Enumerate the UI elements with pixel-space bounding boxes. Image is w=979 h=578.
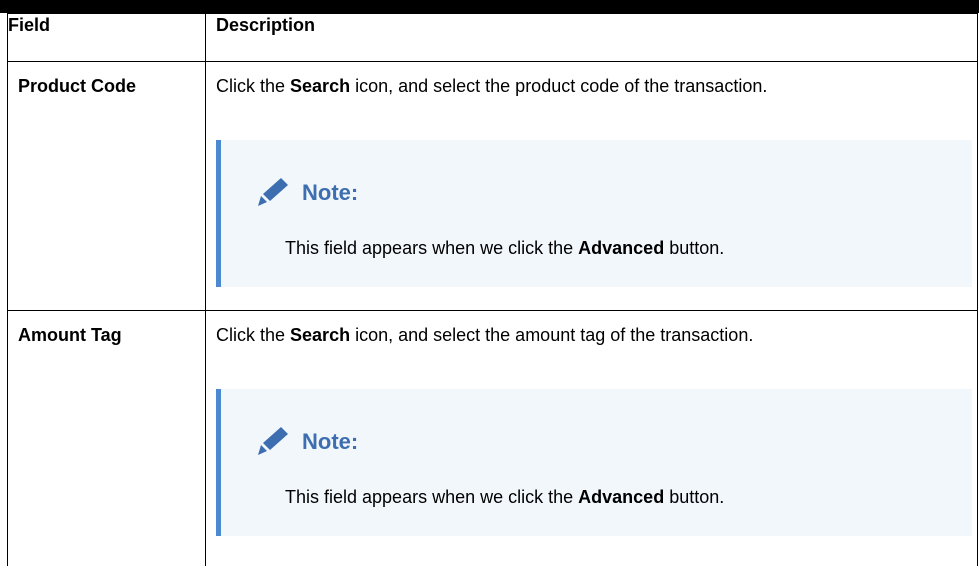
table-row: Product Code Click the Search icon, and … — [7, 61, 978, 311]
note-title: Note: — [302, 180, 359, 205]
pencil-icon — [258, 178, 288, 206]
field-name: Amount Tag — [7, 310, 206, 566]
description-bold: Search — [290, 325, 351, 345]
note-box: Note: This field appears when we click t… — [216, 140, 972, 287]
note-text: This field appears when we click the Adv… — [285, 237, 724, 259]
description-cell: Click the Search icon, and select the pr… — [205, 61, 978, 311]
header-field: Field — [7, 13, 206, 62]
table-header-row: Field Description — [7, 13, 978, 62]
header-description: Description — [205, 13, 978, 62]
note-box: Note: This field appears when we click t… — [216, 389, 972, 536]
description-text: Click the Search icon, and select the pr… — [216, 75, 977, 97]
note-header: Note: — [254, 425, 358, 459]
top-rule — [0, 0, 979, 13]
note-prefix: This field appears when we click the — [285, 238, 579, 258]
pencil-icon — [258, 427, 288, 455]
note-bold: Advanced — [578, 238, 665, 258]
description-bold: Search — [290, 76, 351, 96]
field-name: Product Code — [7, 61, 206, 311]
table-row: Amount Tag Click the Search icon, and se… — [7, 310, 978, 566]
description-cell: Click the Search icon, and select the am… — [205, 310, 978, 566]
note-prefix: This field appears when we click the — [285, 487, 579, 507]
note-bold: Advanced — [578, 487, 665, 507]
note-title: Note: — [302, 429, 359, 454]
note-suffix: button. — [664, 487, 725, 507]
note-text: This field appears when we click the Adv… — [285, 486, 724, 508]
note-suffix: button. — [664, 238, 725, 258]
description-suffix: icon, and select the product code of the… — [350, 76, 768, 96]
description-text: Click the Search icon, and select the am… — [216, 324, 977, 346]
description-suffix: icon, and select the amount tag of the t… — [350, 325, 754, 345]
description-prefix: Click the — [216, 325, 291, 345]
description-prefix: Click the — [216, 76, 291, 96]
note-header: Note: — [254, 176, 358, 210]
field-description-table: Field Description Product Code Click the… — [7, 13, 978, 566]
